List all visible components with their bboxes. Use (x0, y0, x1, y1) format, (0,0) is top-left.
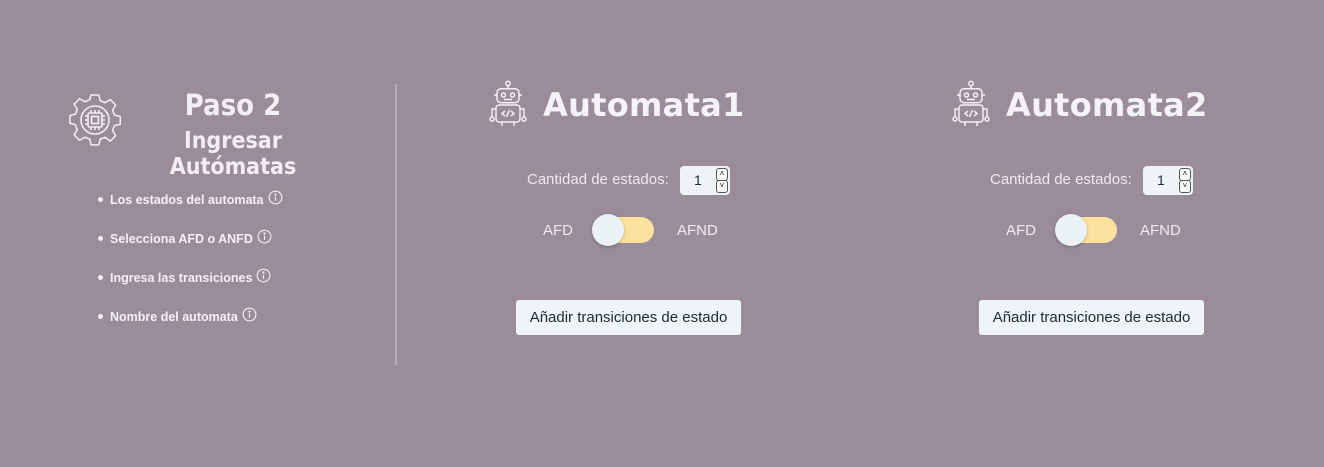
robot-icon (489, 80, 527, 126)
bullet (98, 197, 103, 202)
decrement-icon[interactable]: ˅ (1179, 180, 1191, 193)
divider (395, 84, 397, 365)
list-item: Los estados del automata (98, 180, 283, 219)
states-label: Cantidad de estados: (527, 171, 669, 188)
info-icon[interactable] (257, 229, 272, 244)
step-title: Paso 2 (184, 88, 282, 122)
toggle-knob[interactable] (592, 214, 624, 246)
automata-title: Automata2 (1006, 86, 1208, 124)
bullet (98, 236, 103, 241)
decrement-icon[interactable]: ˅ (716, 180, 728, 193)
instruction-label: Ingresa las transiciones (110, 270, 253, 285)
info-icon[interactable] (242, 307, 257, 322)
instruction-label: Los estados del automata (110, 192, 264, 207)
bullet (98, 314, 103, 319)
states-value[interactable]: 1 (694, 172, 702, 188)
automata-card-2: Automata2 Cantidad de estados: 1 ˄ ˅ AFD… (933, 0, 1324, 467)
list-item: Nombre del automata (98, 297, 283, 336)
robot-icon (952, 80, 990, 126)
states-stepper[interactable]: 1 ˄ ˅ (680, 166, 730, 195)
gear-chip-icon (69, 94, 121, 146)
afd-label: AFD (1006, 222, 1036, 239)
afnd-label: AFND (1140, 222, 1181, 239)
states-stepper[interactable]: 1 ˄ ˅ (1143, 166, 1193, 195)
states-label: Cantidad de estados: (990, 171, 1132, 188)
automata-title: Automata1 (543, 86, 745, 124)
afd-afnd-toggle[interactable] (1055, 214, 1117, 246)
afnd-label: AFND (677, 222, 718, 239)
info-icon[interactable] (256, 268, 271, 283)
step-subtitle: Ingresar Autómatas (169, 128, 297, 180)
step-panel: Paso 2 Ingresar Autómatas Los estados de… (0, 0, 396, 467)
instructions-list: Los estados del automata Selecciona AFD … (98, 180, 283, 336)
automata-card-1: Automata1 Cantidad de estados: 1 ˄ ˅ AFD… (470, 0, 910, 467)
list-item: Ingresa las transiciones (98, 258, 283, 297)
afd-label: AFD (543, 222, 573, 239)
list-item: Selecciona AFD o ANFD (98, 219, 283, 258)
states-value[interactable]: 1 (1157, 172, 1165, 188)
instruction-label: Selecciona AFD o ANFD (110, 231, 253, 246)
bullet (98, 275, 103, 280)
add-transitions-button[interactable]: Añadir transiciones de estado (516, 300, 741, 335)
info-icon[interactable] (268, 190, 283, 205)
toggle-knob[interactable] (1055, 214, 1087, 246)
afd-afnd-toggle[interactable] (592, 214, 654, 246)
instruction-label: Nombre del automata (110, 309, 238, 324)
add-transitions-button[interactable]: Añadir transiciones de estado (979, 300, 1204, 335)
